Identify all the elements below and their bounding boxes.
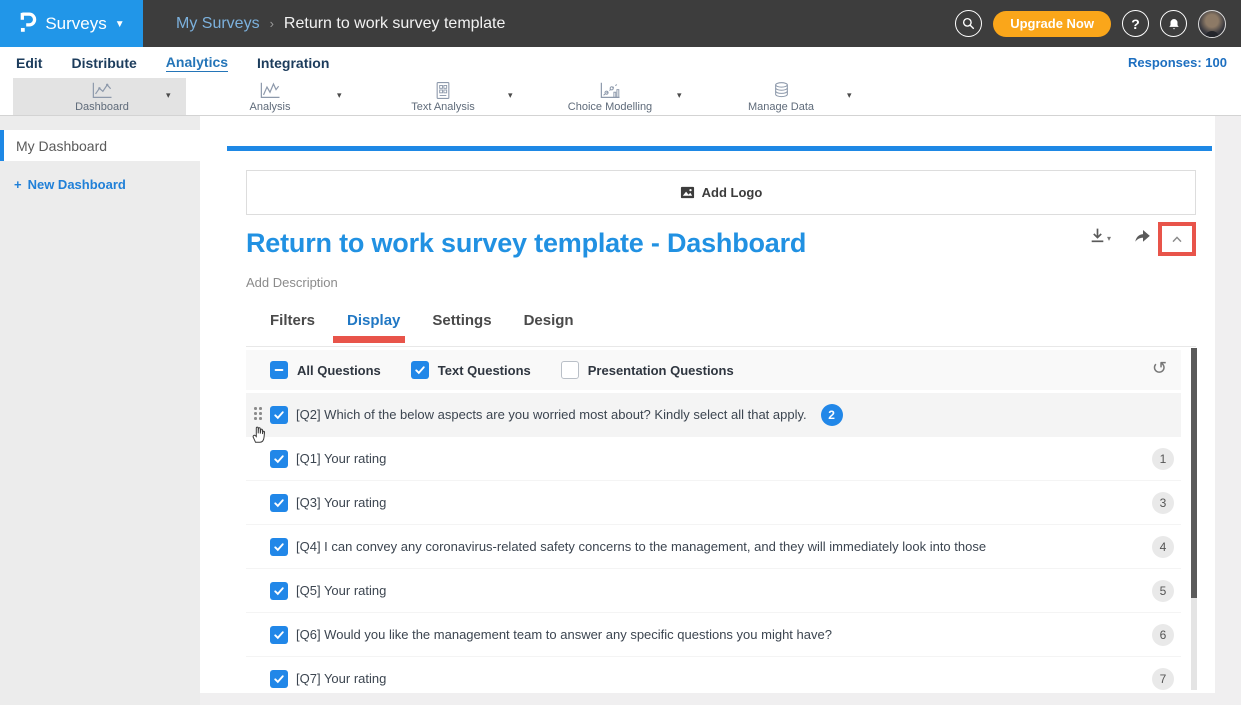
question-order-badge: 3 <box>1152 492 1174 514</box>
question-row[interactable]: [Q2] Which of the below aspects are you … <box>246 393 1181 437</box>
nav-distribute[interactable]: Distribute <box>71 55 136 71</box>
dashboard-title[interactable]: Return to work survey template - Dashboa… <box>246 228 806 259</box>
checkbox-indeterminate-icon[interactable] <box>270 361 288 379</box>
checkbox-checked-icon[interactable] <box>270 494 288 512</box>
scatter-chart-icon <box>598 81 622 100</box>
checkbox-checked-icon[interactable] <box>270 626 288 644</box>
questionpro-logo-icon <box>18 9 37 39</box>
checkbox-checked-icon[interactable] <box>270 670 288 688</box>
download-icon <box>1088 226 1107 245</box>
line-chart-icon <box>90 81 114 100</box>
question-order-badge: 6 <box>1152 624 1174 646</box>
tool-analysis[interactable]: Analysis <box>200 78 340 115</box>
nav-analytics[interactable]: Analytics <box>166 54 228 72</box>
download-caret-icon: ▾ <box>1107 234 1111 243</box>
question-order-badge: 5 <box>1152 580 1174 602</box>
sidebar-item-my-dashboard[interactable]: My Dashboard <box>0 130 200 161</box>
breadcrumb-separator-icon: › <box>270 16 274 31</box>
checkbox-unchecked-icon[interactable] <box>561 361 579 379</box>
question-list: [Q2] Which of the below aspects are you … <box>246 393 1181 693</box>
tab-display[interactable]: Display <box>347 312 400 339</box>
tool-manage-data[interactable]: Manage Data <box>711 78 851 115</box>
analysis-dropdown-caret-icon[interactable]: ▾ <box>337 90 342 101</box>
breadcrumb-current: Return to work survey template <box>284 15 505 33</box>
question-row[interactable]: [Q3] Your rating 3 <box>246 481 1181 525</box>
nav-integration[interactable]: Integration <box>257 55 329 71</box>
accent-bar <box>227 146 1212 151</box>
list-scrollbar-track[interactable] <box>1191 348 1197 690</box>
survey-nav: Edit Distribute Analytics Integration Re… <box>0 47 1241 78</box>
question-order-badge: 7 <box>1152 668 1174 690</box>
question-order-badge: 2 <box>821 404 843 426</box>
filter-all-questions[interactable]: All Questions <box>270 361 381 379</box>
help-button[interactable]: ? <box>1122 10 1149 37</box>
collapse-header-button-highlighted[interactable] <box>1158 222 1196 256</box>
search-button[interactable] <box>955 10 982 37</box>
question-order-badge: 1 <box>1152 448 1174 470</box>
manage-data-dropdown-caret-icon[interactable]: ▾ <box>847 90 852 101</box>
tabs-divider <box>246 346 1196 347</box>
share-arrow-icon <box>1132 226 1152 245</box>
choice-modelling-dropdown-caret-icon[interactable]: ▾ <box>677 90 682 101</box>
app-name: Surveys <box>45 14 106 34</box>
drag-handle-icon[interactable] <box>254 407 262 420</box>
plus-icon: + <box>14 177 22 192</box>
dashboard-tabs: Filters Display Settings Design <box>270 312 574 339</box>
responses-count[interactable]: Responses: 100 <box>1128 55 1241 70</box>
chevron-down-icon: ▼ <box>115 19 125 30</box>
dashboard-dropdown-caret-icon[interactable]: ▾ <box>166 90 171 101</box>
notifications-button[interactable] <box>1160 10 1187 37</box>
new-dashboard-button[interactable]: + New Dashboard <box>14 177 126 192</box>
analytics-toolbar: Dashboard ▾ Analysis ▾ Text Analysis ▾ <box>0 78 1241 116</box>
share-button[interactable] <box>1132 226 1152 250</box>
add-logo-button[interactable]: Add Logo <box>246 170 1196 215</box>
question-row[interactable]: [Q5] Your rating 5 <box>246 569 1181 613</box>
app-switcher[interactable]: Surveys ▼ <box>0 0 143 47</box>
database-icon <box>772 80 791 100</box>
breadcrumb-my-surveys[interactable]: My Surveys <box>176 15 260 33</box>
tab-filters[interactable]: Filters <box>270 312 315 339</box>
question-row[interactable]: [Q6] Would you like the management team … <box>246 613 1181 657</box>
tab-design[interactable]: Design <box>524 312 574 339</box>
checkbox-checked-icon[interactable] <box>411 361 429 379</box>
list-scrollbar-thumb[interactable] <box>1191 348 1197 598</box>
app-window: Surveys ▼ My Surveys › Return to work su… <box>0 0 1241 705</box>
tool-text-analysis[interactable]: Text Analysis <box>373 78 513 115</box>
question-order-badge: 4 <box>1152 536 1174 558</box>
user-avatar[interactable] <box>1198 10 1226 38</box>
line-chart-icon <box>258 81 282 100</box>
dashboard-panel: Add Logo Return to work survey template … <box>200 116 1215 693</box>
checkbox-checked-icon[interactable] <box>270 406 288 424</box>
checkbox-checked-icon[interactable] <box>270 582 288 600</box>
breadcrumb: My Surveys › Return to work survey templ… <box>176 15 505 33</box>
question-row[interactable]: [Q4] I can convey any coronavirus-relate… <box>246 525 1181 569</box>
nav-edit[interactable]: Edit <box>16 55 42 71</box>
upgrade-now-button[interactable]: Upgrade Now <box>993 11 1111 37</box>
filter-text-questions[interactable]: Text Questions <box>411 361 531 379</box>
checkbox-checked-icon[interactable] <box>270 538 288 556</box>
top-header: Surveys ▼ My Surveys › Return to work su… <box>0 0 1241 47</box>
document-grid-icon <box>433 81 453 100</box>
dashboard-sidebar: My Dashboard + New Dashboard <box>0 116 200 705</box>
tab-settings[interactable]: Settings <box>432 312 491 339</box>
reset-order-button[interactable]: ↺ <box>1152 358 1167 380</box>
question-row[interactable]: [Q7] Your rating 7 <box>246 657 1181 693</box>
download-button[interactable]: ▾ <box>1088 226 1111 245</box>
display-tab-annotation <box>333 336 405 343</box>
image-icon <box>680 185 695 200</box>
tool-dashboard[interactable]: Dashboard <box>32 78 172 115</box>
filter-presentation-questions[interactable]: Presentation Questions <box>561 361 734 379</box>
header-actions: Upgrade Now ? <box>955 10 1241 38</box>
question-row[interactable]: [Q1] Your rating 1 <box>246 437 1181 481</box>
search-icon <box>961 16 976 31</box>
chevron-up-icon <box>1169 232 1185 246</box>
add-description[interactable]: Add Description <box>246 275 338 290</box>
question-filter-bar: All Questions Text Questions Presentatio… <box>246 350 1181 390</box>
text-analysis-dropdown-caret-icon[interactable]: ▾ <box>508 90 513 101</box>
tool-choice-modelling[interactable]: Choice Modelling <box>540 78 680 115</box>
bell-icon <box>1167 17 1181 31</box>
checkbox-checked-icon[interactable] <box>270 450 288 468</box>
